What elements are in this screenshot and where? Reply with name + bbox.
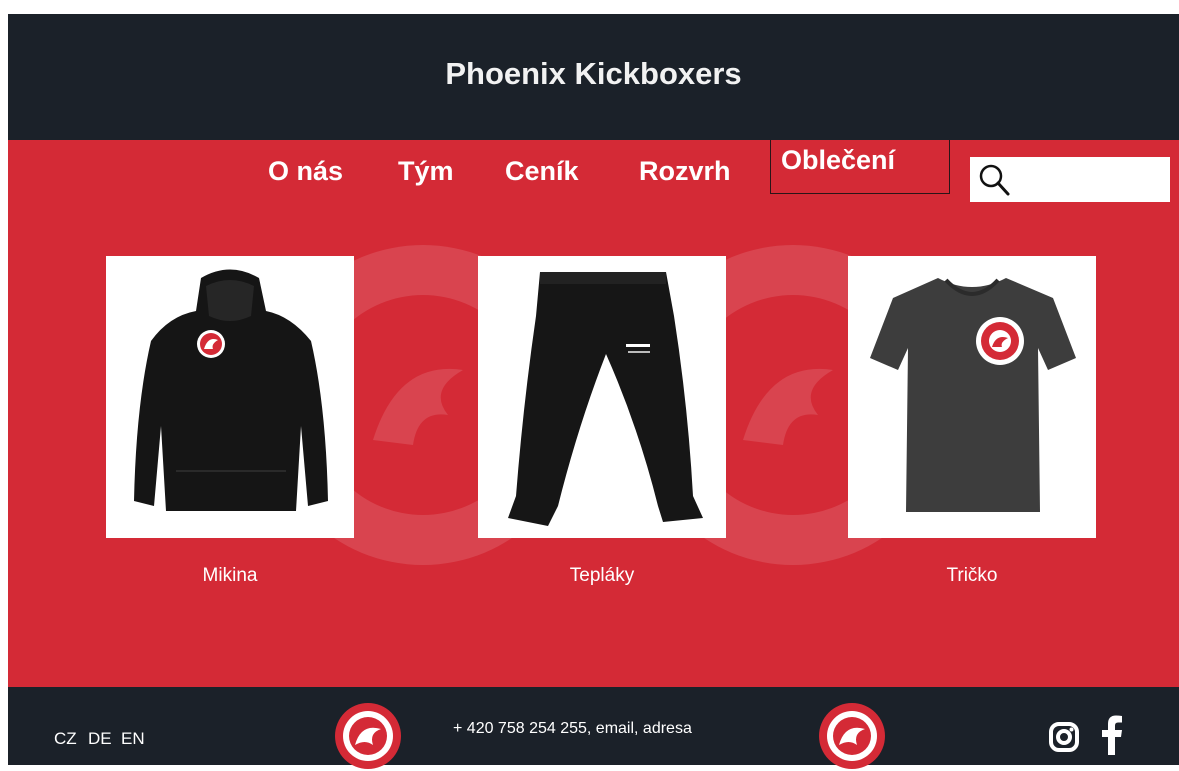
main-content: O nás Tým Ceník Rozvrh Oblečení Mikina T… bbox=[8, 140, 1179, 687]
search-box[interactable] bbox=[970, 157, 1170, 202]
product-card-mikina[interactable] bbox=[106, 256, 354, 538]
nav-item-cenik[interactable]: Ceník bbox=[505, 156, 579, 187]
tshirt-image bbox=[870, 278, 1076, 512]
nav-item-o-nas[interactable]: O nás bbox=[268, 156, 343, 187]
site-title: Phoenix Kickboxers bbox=[445, 56, 742, 91]
page: Phoenix Kickboxers O nás Tým Ceník Rozvr… bbox=[8, 14, 1179, 769]
lang-en[interactable]: EN bbox=[121, 729, 145, 749]
lang-de[interactable]: DE bbox=[88, 729, 112, 749]
contact-info: + 420 758 254 255, email, adresa bbox=[453, 720, 692, 737]
instagram-icon[interactable] bbox=[1048, 721, 1080, 753]
nav-item-rozvrh[interactable]: Rozvrh bbox=[639, 156, 731, 187]
product-card-teplaky[interactable] bbox=[478, 256, 726, 538]
product-card-tricko[interactable] bbox=[848, 256, 1096, 538]
nav-item-tym[interactable]: Tým bbox=[398, 156, 454, 187]
lang-cz[interactable]: CZ bbox=[54, 729, 77, 749]
product-label-teplaky[interactable]: Tepláky bbox=[478, 565, 726, 587]
hoodie-image bbox=[134, 269, 328, 511]
phoenix-logo-icon bbox=[335, 703, 401, 769]
sweatpants-image bbox=[508, 272, 703, 526]
nav-item-obleceni[interactable]: Oblečení bbox=[770, 140, 950, 194]
search-icon bbox=[979, 164, 1010, 196]
facebook-icon[interactable] bbox=[1101, 715, 1123, 755]
site-footer: CZ DE EN + 420 758 254 255, email, adres… bbox=[8, 687, 1179, 769]
product-label-mikina[interactable]: Mikina bbox=[106, 565, 354, 587]
search-input[interactable] bbox=[1014, 165, 1166, 195]
site-header: Phoenix Kickboxers bbox=[8, 14, 1179, 140]
product-label-tricko[interactable]: Tričko bbox=[848, 565, 1096, 587]
phoenix-logo-icon-right bbox=[819, 703, 885, 769]
